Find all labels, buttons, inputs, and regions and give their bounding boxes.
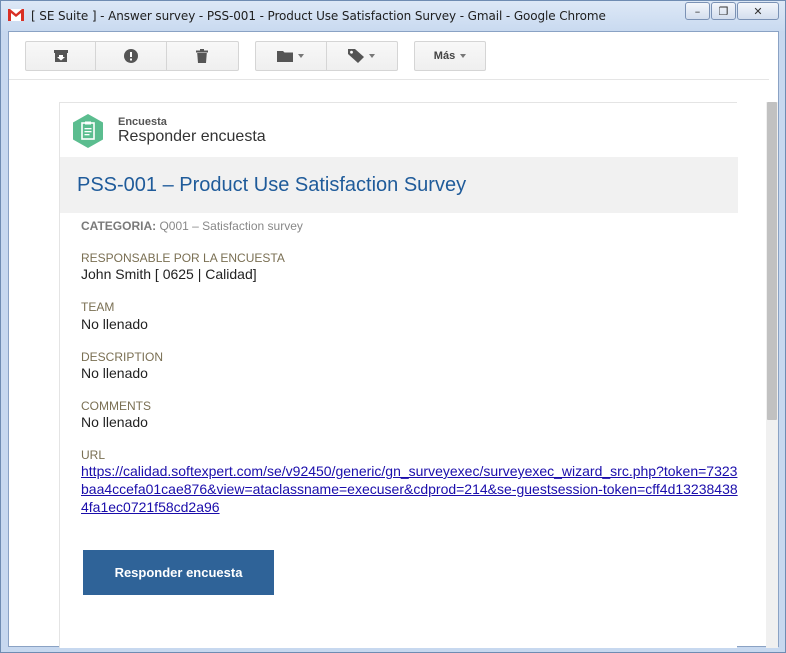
survey-email-card: Encuesta Responder encuesta PSS-001 – Pr… [59, 102, 738, 648]
spam-icon [124, 49, 139, 63]
team-value: No llenado [81, 316, 148, 332]
window-controls: – ❐ ✕ [684, 2, 779, 20]
description-value: No llenado [81, 365, 148, 381]
gmail-icon [8, 9, 24, 21]
category-value: Q001 – Satisfaction survey [159, 219, 303, 233]
category-key: CATEGORIA: [81, 219, 157, 233]
survey-url-link[interactable]: https://calidad.softexpert.com/se/v92450… [81, 462, 741, 516]
toolbar-divider [9, 79, 769, 80]
delete-button[interactable] [167, 42, 238, 70]
chevron-down-icon [298, 54, 305, 58]
survey-title: PSS-001 – Product Use Satisfaction Surve… [77, 174, 467, 196]
responsible-value: John Smith [ 0625 | Calidad] [81, 266, 257, 282]
survey-clipboard-icon [73, 114, 103, 148]
description-label: DESCRIPTION [81, 350, 164, 364]
comments-label: COMMENTS [81, 399, 151, 413]
more-group: Más [414, 41, 486, 71]
folder-icon [277, 51, 294, 62]
answer-survey-button[interactable]: Responder encuesta [83, 550, 274, 595]
report-spam-button[interactable] [96, 42, 167, 70]
url-label: URL [81, 448, 106, 462]
archive-icon [53, 49, 68, 62]
minimize-button[interactable]: – [685, 2, 710, 20]
window-title: [ SE Suite ] - Answer survey - PSS-001 -… [31, 9, 606, 23]
trash-icon [196, 49, 209, 63]
more-label: Más [433, 50, 456, 62]
action-group [25, 41, 239, 71]
move-to-button[interactable] [256, 42, 327, 70]
scrollbar-thumb[interactable] [767, 102, 777, 420]
more-button[interactable]: Más [415, 42, 485, 70]
browser-window: [ SE Suite ] - Answer survey - PSS-001 -… [0, 0, 786, 653]
responsible-label: RESPONSABLE POR LA ENCUESTA [81, 251, 285, 265]
chevron-down-icon [369, 54, 376, 58]
team-label: TEAM [81, 300, 115, 314]
tag-icon [348, 49, 365, 63]
survey-title-band: PSS-001 – Product Use Satisfaction Surve… [60, 157, 738, 213]
organize-group [255, 41, 398, 71]
chevron-down-icon [460, 54, 467, 58]
card-heading: Responder encuesta [118, 128, 266, 145]
card-kicker: Encuesta [118, 116, 167, 128]
category-line: CATEGORIA: Q001 – Satisfaction survey [81, 219, 303, 233]
restore-button[interactable]: ❐ [711, 2, 736, 20]
gmail-content: Más Encuesta Responder encuesta PSS-001 … [8, 31, 779, 648]
close-button[interactable]: ✕ [737, 2, 779, 20]
title-bar[interactable]: [ SE Suite ] - Answer survey - PSS-001 -… [1, 1, 785, 31]
archive-button[interactable] [26, 42, 97, 70]
comments-value: No llenado [81, 414, 148, 430]
labels-button[interactable] [327, 42, 398, 70]
